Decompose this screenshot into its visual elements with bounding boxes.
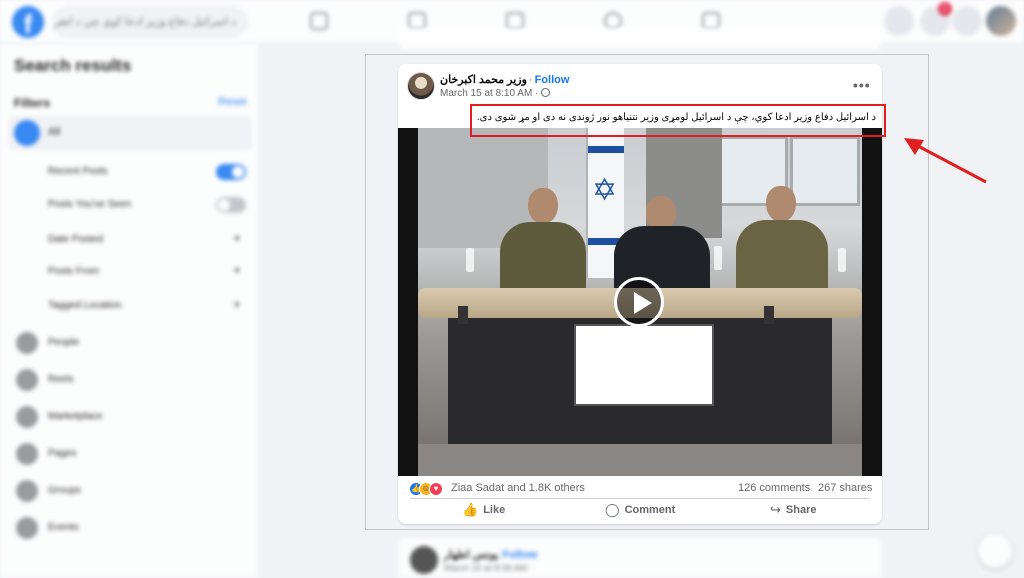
share-label: Share xyxy=(785,504,817,516)
share-button[interactable]: ↪ Share xyxy=(770,502,816,520)
share-icon: ↪ xyxy=(770,502,781,517)
love-reaction-icon: ♥ xyxy=(429,482,443,496)
comment-label: Comment xyxy=(624,504,676,516)
next-post-timestamp: March 15 at 8:08 AM · xyxy=(444,563,533,573)
like-icon: 👍 xyxy=(462,502,479,517)
edit-icon[interactable] xyxy=(978,534,1012,568)
comment-icon: ◯ xyxy=(605,502,620,517)
like-button[interactable]: 👍 Like xyxy=(462,502,505,520)
next-author-avatar[interactable] xyxy=(410,546,438,574)
reaction-summary[interactable]: Ziaa Sadat and 1.8K others xyxy=(451,482,585,494)
next-author-name[interactable]: یونس اطهار xyxy=(444,549,498,561)
like-label: Like xyxy=(483,504,506,516)
share-count[interactable]: 267 shares xyxy=(818,482,872,494)
next-post-header: یونس اطهار Follow xyxy=(444,548,537,561)
comment-button[interactable]: ◯ Comment xyxy=(605,502,675,520)
next-post-card: یونس اطهار Follow March 15 at 8:08 AM · xyxy=(398,538,882,578)
comment-count[interactable]: 126 comments xyxy=(738,482,810,494)
next-follow-button[interactable]: Follow xyxy=(502,549,537,561)
action-divider xyxy=(410,498,870,499)
